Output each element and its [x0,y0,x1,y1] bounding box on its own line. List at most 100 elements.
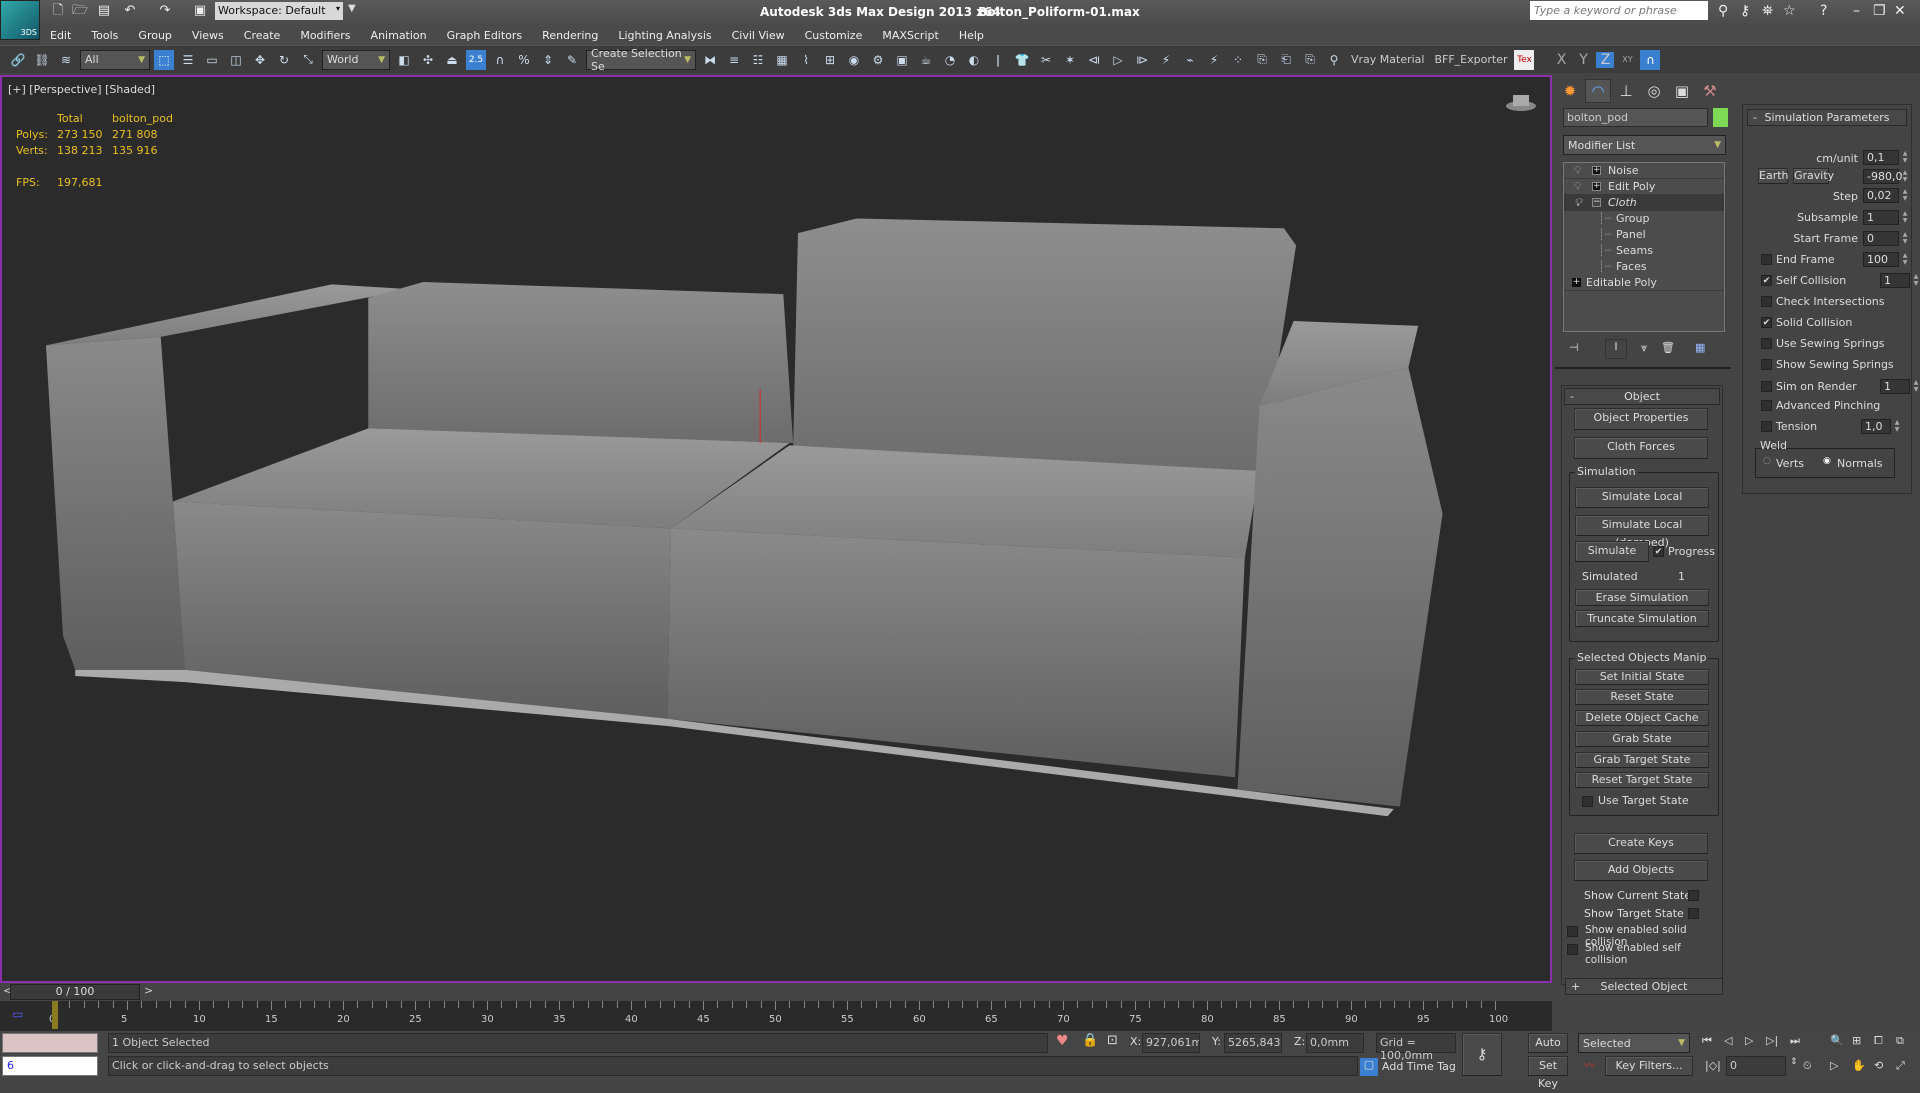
mini-curve-editor-icon[interactable]: ▭ [12,1007,23,1021]
start-frame-spinner-arrows-icon[interactable]: ▲ ▼ [1901,231,1909,246]
binoculars-icon[interactable]: ⚲ [1718,3,1728,19]
copy-icon[interactable]: ⎗ [1276,50,1296,70]
truncate-simulation-button[interactable]: Truncate Simulation [1575,610,1709,627]
modifier-stack-item[interactable]: 💡︎ + Noise [1564,163,1724,179]
modifier-stack-item[interactable]: 💡︎ − Cloth [1564,195,1724,211]
set-initial-state-button[interactable]: Set Initial State [1575,669,1709,685]
render-iterative-icon[interactable]: ◔ [940,50,960,70]
star-icon[interactable]: ☆ [1783,3,1796,19]
expand-icon[interactable]: + [1572,278,1581,287]
figure-icon[interactable]: ⚲ [1324,50,1344,70]
subsample-spinner-field[interactable]: 1 [1863,210,1899,225]
playback-play-icon[interactable]: ▷ [1108,50,1128,70]
selection-region-icon[interactable]: ▭ [202,50,222,70]
axis-z-button[interactable]: Z [1596,51,1615,68]
go-to-end-icon[interactable]: ⏭ [1790,1034,1800,1048]
window-crossing-icon[interactable]: ◫ [226,50,246,70]
save-icon[interactable]: ▤ [96,3,112,19]
modifier-stack-item[interactable]: + Editable Poly [1564,275,1724,291]
run-figure-icon[interactable]: ⚡ [1204,50,1224,70]
time-slider-thumb[interactable]: 0 / 100 [10,984,140,1000]
cm-unit-spinner-arrows-icon[interactable]: ▲ ▼ [1901,150,1909,165]
reference-coordinate-dropdown[interactable]: World ▼ [322,49,390,70]
play-icon[interactable]: ▷ [1745,1034,1753,1047]
bind-space-warp-icon[interactable]: ≋ [56,50,76,70]
modifier-stack-item[interactable]: ┊┈ Group [1564,211,1724,227]
texture-icon[interactable]: Tex [1514,49,1535,70]
menu-modifiers[interactable]: Modifiers [290,29,360,42]
help-icon[interactable]: ? [1820,3,1827,19]
expand-icon[interactable]: + [1592,182,1601,191]
modifier-stack-item[interactable]: ┊┈ Panel [1564,227,1724,243]
erase-simulation-button[interactable]: Erase Simulation [1575,589,1709,606]
object-rollout-header[interactable]: - Object [1564,388,1720,405]
menu-animation[interactable]: Animation [361,29,437,42]
satellite-icon[interactable]: ⛯ [1762,3,1773,19]
sim-on-render-spinner-arrows-icon[interactable]: ▲ ▼ [1912,379,1920,394]
snap-toggle-icon[interactable]: 2.5 [466,49,486,70]
go-to-start-icon[interactable]: ⏮ [1702,1034,1712,1048]
menu-edit[interactable]: Edit [40,29,81,42]
object-color-swatch[interactable] [1713,108,1728,127]
subsample-spinner-arrows-icon[interactable]: ▲ ▼ [1901,210,1909,225]
reset-target-state-button[interactable]: Reset Target State [1575,772,1709,788]
close-icon[interactable]: ✕ [1894,3,1906,19]
viewcube-icon[interactable] [1504,91,1538,113]
use-target-state-checkbox[interactable] [1582,796,1593,807]
delete-object-cache-button[interactable]: Delete Object Cache [1575,710,1709,726]
collapse-icon[interactable]: − [1592,198,1601,207]
rss-icon[interactable]: ⌁ [1180,50,1200,70]
configure-modifier-sets-icon[interactable]: ▦ [1695,341,1705,354]
playback-start-icon[interactable]: ⧏ [1084,50,1104,70]
lightbulb-icon[interactable]: 💡︎ [1574,195,1582,211]
menu-graph-editors[interactable]: Graph Editors [437,29,533,42]
menu-views[interactable]: Views [182,29,234,42]
selection-filter-dropdown[interactable]: All ▼ [80,49,150,70]
field-of-view-icon[interactable]: ▷ [1830,1059,1838,1072]
grab-target-state-button[interactable]: Grab Target State [1575,752,1709,768]
lock-icon[interactable]: 🔒 [1082,1033,1098,1048]
scale-icon[interactable]: ⤡ [298,50,318,70]
vray-material-button[interactable]: Vray Material [1348,53,1427,66]
restore-icon[interactable]: ❐ [1873,3,1886,19]
tab-create[interactable]: ✹ [1557,79,1583,103]
key-mode-dropdown[interactable]: Selected ▼ [1578,1033,1690,1053]
maximize-viewport-icon[interactable]: ⤢ [1896,1059,1905,1073]
key-icon[interactable]: ⚷ [1740,3,1750,19]
select-by-name-icon[interactable]: ☰ [178,50,198,70]
paste-icon[interactable]: ⎘ [1252,50,1272,70]
pin-stack-icon[interactable]: ⊣ [1569,341,1579,354]
step-spinner-arrows-icon[interactable]: ▲ ▼ [1901,188,1909,203]
playback-end-icon[interactable]: ⧐ [1132,50,1152,70]
simulate-local-button[interactable]: Simulate Local [1575,487,1709,508]
gravity-spinner-arrows-icon[interactable]: ▲ ▼ [1901,169,1909,184]
align-icon[interactable]: ≡ [724,50,744,70]
sim-on-render-checkbox[interactable] [1761,381,1772,392]
axis-y-button[interactable]: Y [1574,52,1592,68]
progress-checkbox[interactable]: ✔ [1653,546,1664,557]
manipulate-icon[interactable]: ✣ [418,50,438,70]
object-properties-button[interactable]: Object Properties [1574,408,1708,430]
key-mode-toggle-icon[interactable]: |◇| [1705,1059,1721,1072]
time-configuration-icon[interactable]: ⏲ [1803,1059,1812,1073]
modifier-stack[interactable]: 💡︎ + Noise 💡︎ + Edit Poly 💡︎ − Cloth ┊┈ Group ┊┈ Pan… [1563,162,1725,332]
project-folder-icon[interactable]: ▣ [192,3,208,19]
menu-help[interactable]: Help [949,29,994,42]
check-intersections-checkbox[interactable] [1761,296,1772,307]
workspace-dropdown[interactable]: Workspace: Default ▾ [215,2,343,20]
self-collision-spinner-field[interactable]: 1 [1880,273,1910,288]
solid-collision-checkbox[interactable]: ✔ [1761,317,1772,328]
show-end-result-icon[interactable]: I [1605,339,1627,359]
rotate-icon[interactable]: ↻ [274,50,294,70]
new-file-icon[interactable]: 🗋 [50,3,66,19]
tab-motion[interactable]: ◎ [1641,79,1667,103]
tension-spinner-arrows-icon[interactable]: ▲ ▼ [1893,419,1901,434]
weld-verts-radio[interactable]: ○ [1763,456,1771,466]
biped-icon[interactable]: ✶ [1060,50,1080,70]
cm-unit-spinner-field[interactable]: 0,1 [1863,150,1899,165]
grab-state-button[interactable]: Grab State [1575,731,1709,747]
gravity-button[interactable]: Gravity [1793,168,1834,184]
expand-icon[interactable]: + [1592,166,1601,175]
cloth-tool-icon[interactable]: ✂ [1036,50,1056,70]
key-filters-button[interactable]: Key Filters... [1605,1056,1693,1076]
